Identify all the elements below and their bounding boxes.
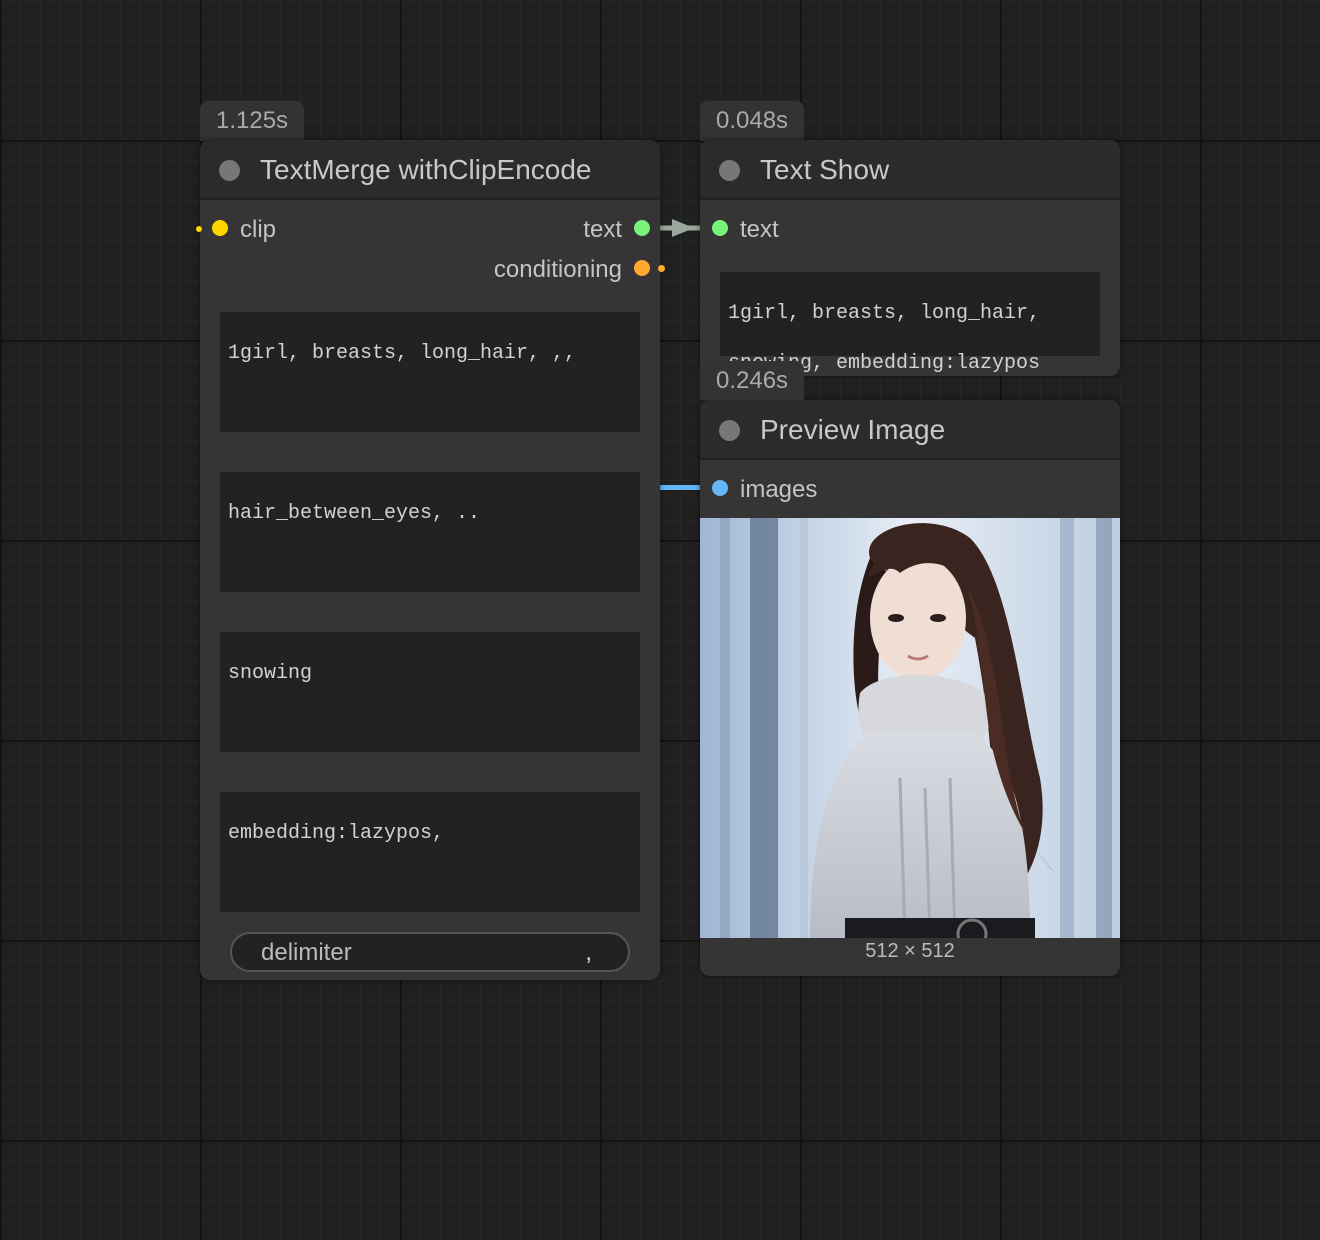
execution-time-badge: 0.048s xyxy=(700,101,804,141)
conditioning-link-stub xyxy=(658,265,665,272)
node-textmerge-withclipencode[interactable]: TextMerge withClipEncode clip text condi… xyxy=(200,140,660,980)
node-title: TextMerge withClipEncode xyxy=(260,154,592,185)
preview-image[interactable] xyxy=(700,518,1120,938)
output-slot-conditioning-label: conditioning xyxy=(493,256,622,283)
delimiter-label: delimiter xyxy=(261,939,352,966)
node-header[interactable]: TextMerge withClipEncode xyxy=(200,140,660,200)
image-size-label: 512 × 512 xyxy=(865,940,955,962)
input-slot-images-dot[interactable] xyxy=(712,480,728,496)
text-input-2[interactable]: hair_between_eyes, .. xyxy=(220,472,640,592)
execution-time-badge: 1.125s xyxy=(200,101,304,141)
node-header[interactable]: Text Show xyxy=(700,140,1120,200)
output-slot-text-dot[interactable] xyxy=(634,220,650,236)
input-slot-text-label: text xyxy=(740,216,779,243)
delimiter-value: , xyxy=(585,939,592,966)
node-title: Preview Image xyxy=(760,414,946,445)
node-header[interactable]: Preview Image xyxy=(700,400,1120,460)
node-title: Text Show xyxy=(760,154,890,185)
collapse-dot-icon[interactable] xyxy=(719,160,740,181)
node-text-show[interactable]: Text Show text 1girl, breasts, long_hair… xyxy=(700,140,1120,376)
output-slot-conditioning-dot[interactable] xyxy=(634,260,650,276)
generated-portrait-image xyxy=(700,518,1120,938)
collapse-dot-icon[interactable] xyxy=(719,420,740,441)
input-slot-text-dot[interactable] xyxy=(712,220,728,236)
output-slot-text-label: text xyxy=(583,216,622,243)
text-display[interactable]: 1girl, breasts, long_hair, xyxy=(720,272,1100,356)
node-preview-image[interactable]: Preview Image images 512 × 512 xyxy=(700,400,1120,976)
image-link[interactable] xyxy=(660,485,702,490)
clip-link-stub xyxy=(196,226,202,232)
input-slot-clip-dot[interactable] xyxy=(212,220,228,236)
input-slot-clip-label: clip xyxy=(240,216,277,243)
link-arrow-icon xyxy=(672,219,694,237)
execution-time-badge: 0.246s xyxy=(700,361,804,400)
input-slot-images-label: images xyxy=(740,476,818,503)
text-input-1[interactable]: 1girl, breasts, long_hair, ,, xyxy=(220,312,640,432)
collapse-dot-icon[interactable] xyxy=(219,160,240,181)
text-input-4[interactable]: embedding:lazypos, xyxy=(220,792,640,912)
delimiter-widget[interactable]: delimiter , xyxy=(230,932,630,972)
text-input-3[interactable]: snowing xyxy=(220,632,640,752)
